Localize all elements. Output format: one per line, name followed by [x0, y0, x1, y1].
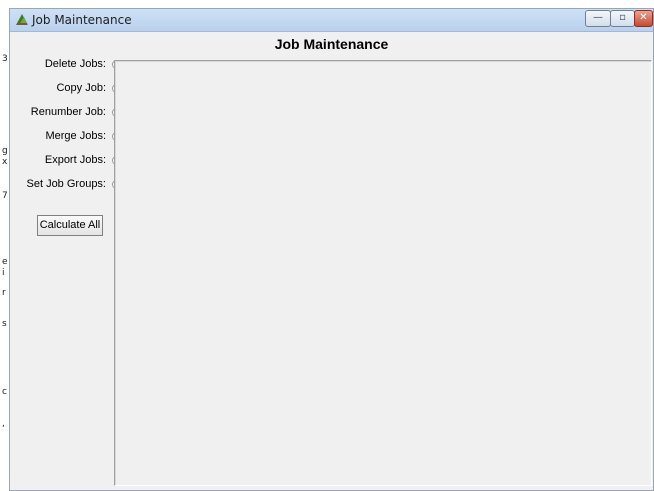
- calculate-all-button[interactable]: Calculate All: [37, 215, 103, 236]
- option-label: Renumber Job:: [30, 106, 106, 118]
- background-text: e: [2, 257, 8, 267]
- option-label: Delete Jobs:: [44, 58, 106, 70]
- background-text: r: [2, 288, 6, 298]
- background-window-edge: 3 g x 7 e i r s c ,: [0, 0, 9, 491]
- background-text: 7: [2, 191, 8, 201]
- background-text: c: [2, 387, 7, 397]
- background-text: i: [2, 268, 5, 278]
- option-set-job-groups[interactable]: Set Job Groups:: [26, 177, 121, 191]
- background-text: ,: [2, 419, 5, 429]
- background-text: g: [2, 146, 8, 156]
- job-maintenance-window: Job Maintenance — ▫ ✕ Job Maintenance De…: [9, 8, 654, 491]
- option-renumber-job[interactable]: Renumber Job:: [31, 105, 121, 119]
- option-export-jobs[interactable]: Export Jobs:: [45, 153, 121, 167]
- maximize-button[interactable]: ▫: [610, 10, 635, 27]
- option-copy-job[interactable]: Copy Job:: [56, 81, 121, 95]
- option-label: Copy Job:: [56, 82, 106, 94]
- title-bar[interactable]: Job Maintenance — ▫ ✕: [10, 9, 653, 32]
- app-icon: [16, 14, 28, 25]
- close-button[interactable]: ✕: [634, 10, 653, 27]
- window-title: Job Maintenance: [32, 13, 132, 27]
- option-delete-jobs[interactable]: Delete Jobs:: [45, 57, 121, 71]
- background-text: x: [2, 157, 8, 167]
- background-text: 3: [2, 54, 8, 64]
- option-label: Export Jobs:: [44, 154, 106, 166]
- page-title: Job Maintenance: [274, 36, 389, 52]
- minimize-button[interactable]: —: [585, 10, 611, 27]
- content-panel: [114, 60, 652, 486]
- option-merge-jobs[interactable]: Merge Jobs:: [45, 129, 121, 143]
- option-label: Merge Jobs:: [45, 130, 106, 142]
- background-text: s: [2, 319, 7, 329]
- option-label: Set Job Groups:: [26, 178, 107, 190]
